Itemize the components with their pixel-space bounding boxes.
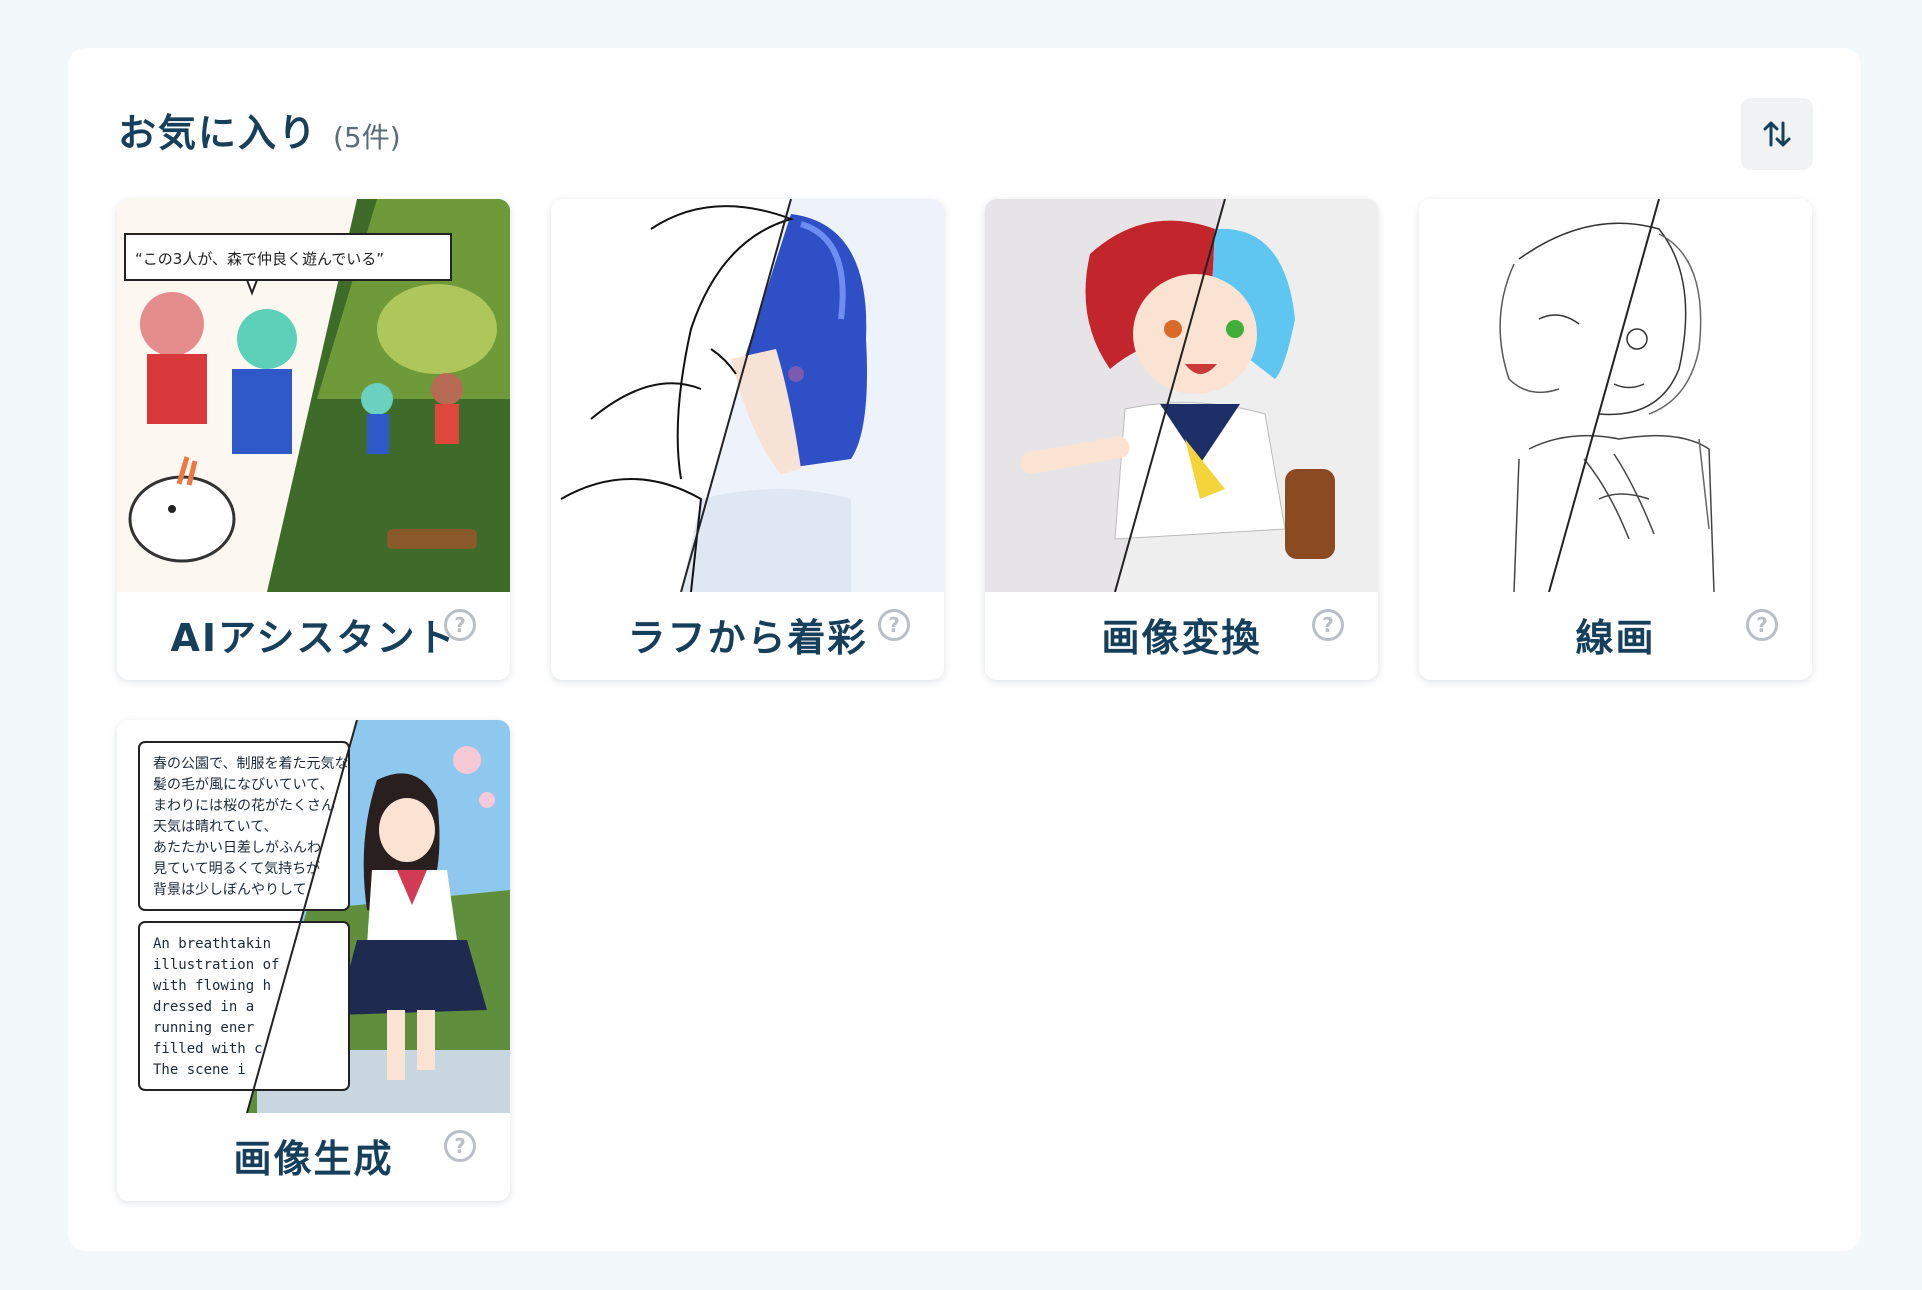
ai-assistant-thumbnail: “この3人が、森で仲良く遊んでいる”: [117, 199, 510, 592]
rough-coloring-thumbnail: [551, 199, 944, 592]
line-art-thumbnail: [1419, 199, 1812, 592]
prompt-line: 背景は少しぼんやりして: [153, 882, 307, 898]
favorites-panel: お気に入り (5件) “この3人が、森で仲良く遊んでいる” AIアシスタント ?…: [68, 48, 1861, 1251]
sort-button[interactable]: [1741, 98, 1813, 170]
prompt-line: あたたかい日差しがふんわ: [153, 840, 321, 856]
prompt-line: An breathtakin: [153, 936, 271, 952]
prompt-line: illustration of: [153, 957, 279, 973]
favorites-count: (5件): [333, 121, 401, 154]
page-title: お気に入り: [118, 111, 319, 155]
card-line-art[interactable]: 線画 ?: [1419, 199, 1812, 680]
prompt-line: 天気は晴れていて、: [153, 819, 277, 835]
prompt-line: running ener: [153, 1020, 254, 1036]
card-rough-coloring[interactable]: ラフから着彩 ?: [551, 199, 944, 680]
thumbnail-bubble-text: “この3人が、森で仲良く遊んでいる”: [135, 250, 384, 268]
image-conversion-thumbnail: [985, 199, 1378, 592]
card-image-generation[interactable]: 春の公園で、制服を着た元気な 髪の毛が風になびいていて、 まわりには桜の花がたく…: [117, 720, 510, 1201]
prompt-line: 髪の毛が風になびいていて、: [153, 777, 333, 793]
help-icon[interactable]: ?: [1746, 609, 1778, 641]
prompt-line: 見ていて明るくて気持ちが: [153, 861, 320, 877]
sort-arrows-icon: [1763, 121, 1791, 147]
prompt-line: 春の公園で、制服を着た元気な: [153, 756, 348, 772]
help-icon[interactable]: ?: [1312, 609, 1344, 641]
help-icon[interactable]: ?: [444, 1130, 476, 1162]
prompt-line: dressed in a: [153, 999, 254, 1015]
prompt-line: まわりには桜の花がたくさん: [153, 798, 335, 814]
card-ai-assistant[interactable]: “この3人が、森で仲良く遊んでいる” AIアシスタント ?: [117, 199, 510, 680]
help-icon[interactable]: ?: [878, 609, 910, 641]
prompt-line: The scene i: [153, 1062, 246, 1078]
favorites-header: お気に入り (5件): [118, 98, 1813, 170]
favorites-grid: “この3人が、森で仲良く遊んでいる” AIアシスタント ? ラフから着彩 ? 画…: [117, 199, 1815, 1201]
help-icon[interactable]: ?: [444, 609, 476, 641]
prompt-line: with flowing h: [153, 978, 271, 994]
image-generation-thumbnail: 春の公園で、制服を着た元気な 髪の毛が風になびいていて、 まわりには桜の花がたく…: [117, 720, 510, 1113]
card-image-conversion[interactable]: 画像変換 ?: [985, 199, 1378, 680]
prompt-line: filled with c: [153, 1041, 263, 1057]
